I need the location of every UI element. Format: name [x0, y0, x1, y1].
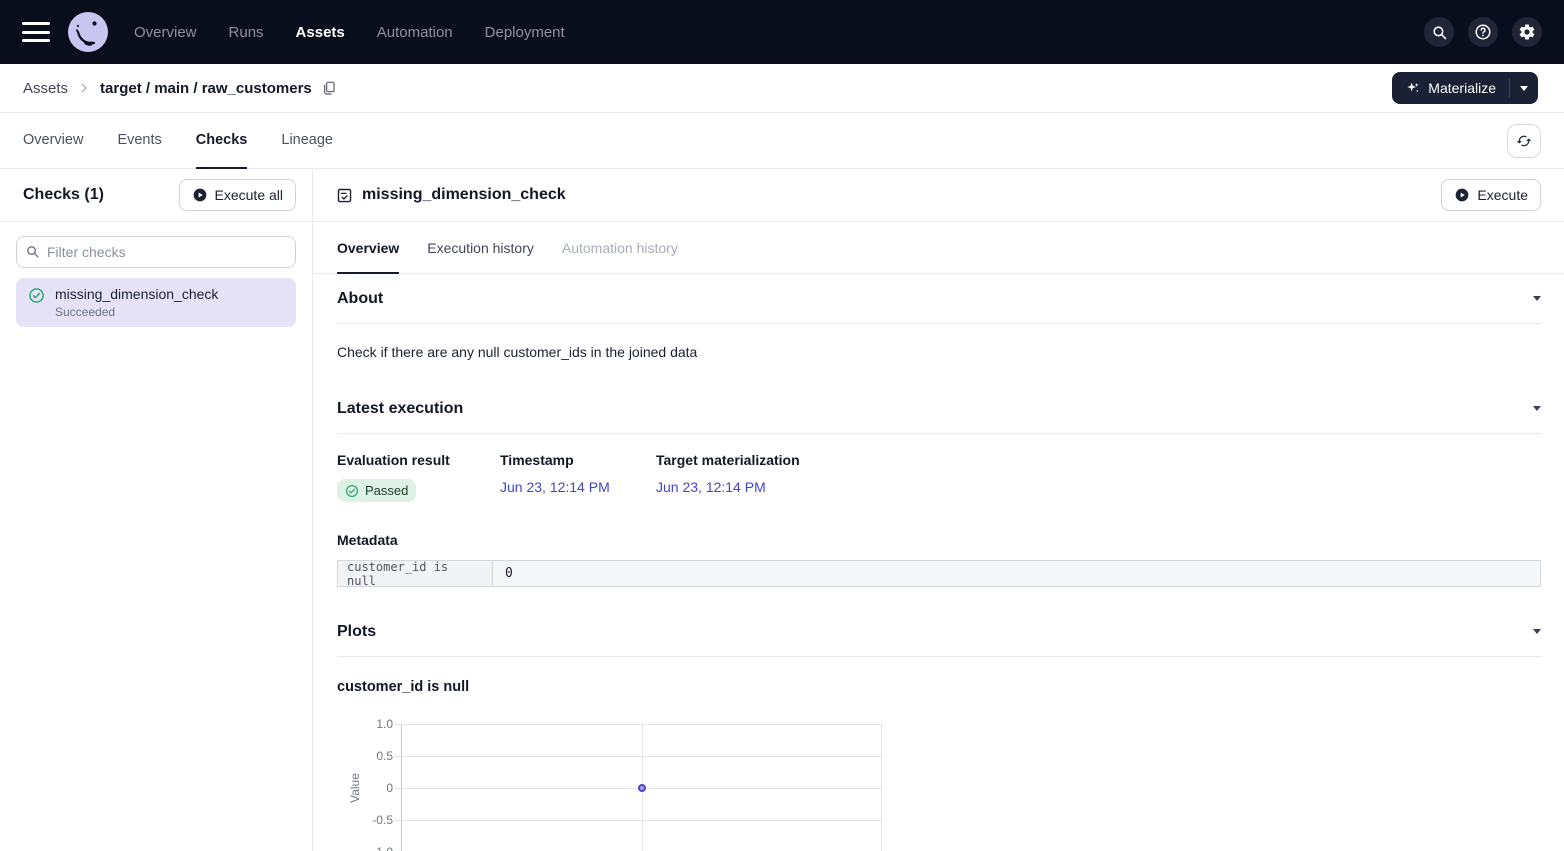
settings-button[interactable] — [1512, 17, 1542, 47]
filter-search-icon — [25, 244, 40, 259]
play-circle-icon — [1454, 187, 1470, 203]
nav-automation[interactable]: Automation — [377, 24, 453, 41]
y-tick: 0.5 — [351, 749, 393, 763]
tab-automation-history[interactable]: Automation history — [562, 222, 678, 274]
help-icon — [1474, 23, 1492, 41]
nav-assets[interactable]: Assets — [296, 24, 345, 41]
plots-title: Plots — [337, 623, 376, 641]
plot-title: customer_id is null — [337, 679, 1541, 695]
nav-deployment[interactable]: Deployment — [485, 24, 565, 41]
breadcrumb-chevron-icon — [78, 82, 90, 94]
asset-check-icon — [336, 187, 353, 204]
menu-icon[interactable] — [22, 22, 50, 42]
chevron-down-icon — [1520, 86, 1528, 91]
check-name: missing_dimension_check — [55, 286, 218, 302]
top-navbar: Overview Runs Assets Automation Deployme… — [0, 0, 1564, 64]
check-list-item[interactable]: missing_dimension_check Succeeded — [16, 278, 296, 327]
check-success-icon — [345, 484, 359, 498]
materialize-label: Materialize — [1428, 80, 1496, 96]
refresh-icon — [1516, 133, 1532, 149]
latest-execution-table: Evaluation result Passed Timestamp Jun 2… — [337, 452, 1541, 502]
tab-checks[interactable]: Checks — [196, 113, 248, 169]
refresh-button[interactable] — [1507, 124, 1541, 158]
search-button[interactable] — [1424, 17, 1454, 47]
metadata-title: Metadata — [337, 532, 1541, 548]
check-tabs-row: Overview Execution history Automation hi… — [313, 222, 1564, 274]
timestamp-link[interactable]: Jun 23, 12:14 PM — [500, 479, 610, 495]
passed-badge: Passed — [337, 479, 416, 502]
latest-execution-section-header: Latest execution — [337, 384, 1541, 434]
col-evaluation-result: Evaluation result — [337, 452, 500, 468]
tab-events[interactable]: Events — [117, 113, 161, 169]
execute-button[interactable]: Execute — [1441, 179, 1541, 211]
filter-checks-input[interactable] — [16, 236, 296, 268]
tab-lineage[interactable]: Lineage — [281, 113, 333, 169]
collapse-caret-icon[interactable] — [1533, 629, 1541, 634]
check-detail-panel: missing_dimension_check Execute Overview… — [313, 169, 1564, 851]
col-target-materialization: Target materialization — [656, 452, 800, 468]
about-title: About — [337, 290, 383, 308]
check-status: Succeeded — [55, 305, 218, 319]
nav-overview[interactable]: Overview — [134, 24, 197, 41]
materialize-button[interactable]: Materialize — [1392, 72, 1509, 104]
help-button[interactable] — [1468, 17, 1498, 47]
tab-check-overview[interactable]: Overview — [337, 222, 399, 274]
breadcrumb-asset-key: target / main / raw_customers — [100, 80, 312, 97]
materialize-dropdown-button[interactable] — [1510, 72, 1538, 104]
execute-all-button[interactable]: Execute all — [179, 179, 296, 211]
primary-nav: Overview Runs Assets Automation Deployme… — [134, 24, 565, 41]
col-timestamp: Timestamp — [500, 452, 656, 468]
check-detail-title: missing_dimension_check — [362, 186, 566, 204]
asset-tabs-row: Overview Events Checks Lineage — [0, 113, 1564, 169]
y-tick: -1.0 — [351, 845, 393, 851]
check-success-icon — [28, 287, 45, 304]
checks-count-title: Checks (1) — [23, 186, 104, 204]
metadata-value: 0 — [493, 561, 1540, 586]
gear-icon — [1518, 23, 1536, 41]
data-point[interactable] — [638, 784, 646, 792]
search-icon — [1431, 24, 1448, 41]
play-circle-icon — [192, 187, 208, 203]
metadata-table: customer_id is null 0 — [337, 560, 1541, 587]
copy-icon[interactable] — [321, 80, 337, 96]
breadcrumb-assets-link[interactable]: Assets — [23, 80, 68, 97]
metadata-key: customer_id is null — [338, 561, 493, 586]
collapse-caret-icon[interactable] — [1533, 296, 1541, 301]
y-tick: -0.5 — [351, 813, 393, 827]
about-section-header: About — [337, 274, 1541, 324]
y-tick: 1.0 — [351, 717, 393, 731]
passed-label: Passed — [365, 483, 408, 498]
plots-section-header: Plots — [337, 607, 1541, 657]
latest-execution-title: Latest execution — [337, 400, 463, 418]
execute-label: Execute — [1477, 187, 1528, 203]
plot-area — [401, 724, 881, 851]
y-tick: 0 — [351, 781, 393, 795]
target-materialization-link[interactable]: Jun 23, 12:14 PM — [656, 479, 766, 495]
checks-sidebar: Checks (1) Execute all missing_dimension… — [0, 169, 313, 851]
tab-overview[interactable]: Overview — [23, 113, 83, 169]
sparkle-icon — [1405, 80, 1421, 96]
execute-all-label: Execute all — [215, 187, 283, 203]
about-description: Check if there are any null customer_ids… — [337, 344, 1541, 360]
nav-runs[interactable]: Runs — [229, 24, 264, 41]
dagster-logo-icon[interactable] — [68, 12, 108, 52]
collapse-caret-icon[interactable] — [1533, 406, 1541, 411]
tab-execution-history[interactable]: Execution history — [427, 222, 534, 274]
materialize-split-button: Materialize — [1392, 72, 1538, 104]
value-plot-chart: Value 1.0 0.5 0 -0.5 -1.0 Jun 23, 12:14 … — [337, 717, 977, 851]
breadcrumb-row: Assets target / main / raw_customers Mat… — [0, 64, 1564, 113]
